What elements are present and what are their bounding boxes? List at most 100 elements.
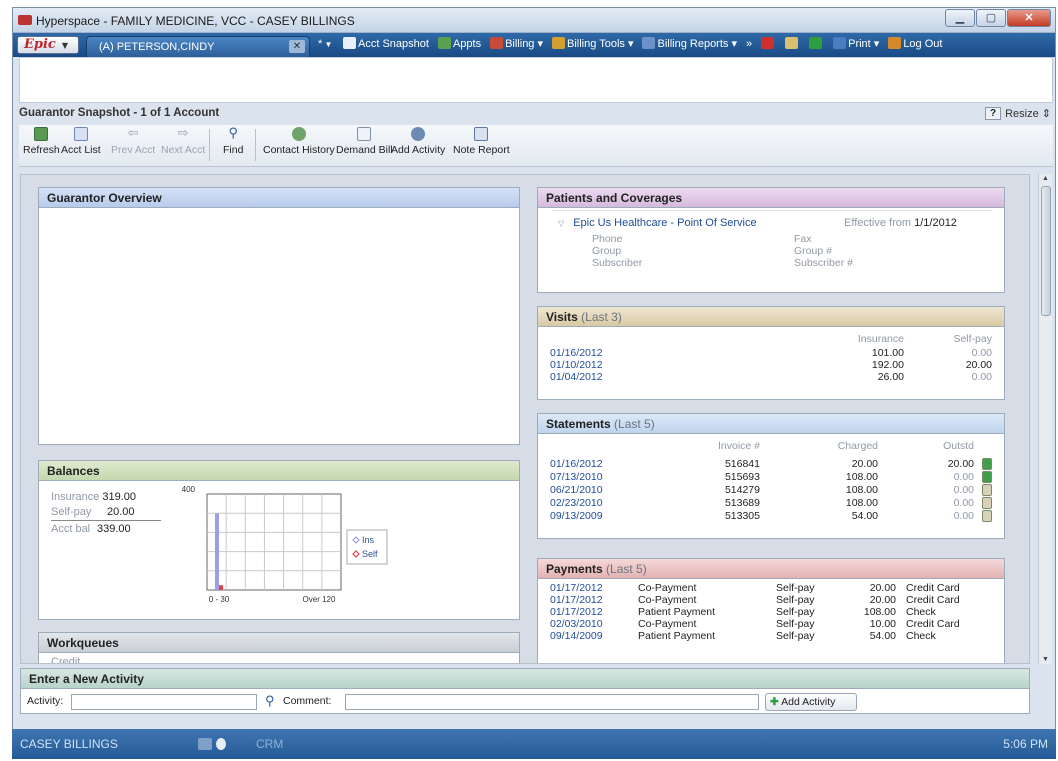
payment-date-link[interactable]: 01/17/2012: [550, 606, 603, 618]
new-activity-panel: Enter a New Activity Activity: ⚲ Comment…: [20, 668, 1030, 714]
statement-date-link[interactable]: 09/13/2009: [550, 510, 603, 522]
resize-button[interactable]: Resize ⇕: [1005, 107, 1051, 120]
statement-document-icon[interactable]: [982, 471, 992, 483]
comment-input[interactable]: [345, 694, 759, 710]
toolbar-item[interactable]: Billing Tools ▾: [552, 37, 633, 50]
printer-icon: [833, 37, 847, 49]
statement-date-link[interactable]: 01/16/2012: [550, 458, 603, 470]
coverage-row[interactable]: ▽ Epic Us Healthcare - Point Of Service: [558, 217, 757, 229]
subscriber-number-label: Subscriber #: [794, 257, 853, 269]
acct-list-button[interactable]: Acct List: [61, 127, 101, 156]
statement-outstanding: 0.00: [953, 510, 974, 522]
statement-row[interactable]: 01/16/2012 516841 20.00 20.00: [538, 458, 1004, 471]
status-tool-icon[interactable]: [198, 738, 212, 750]
activity-search-icon[interactable]: ⚲: [265, 693, 275, 709]
toolbar-item[interactable]: Appts: [437, 37, 481, 50]
payment-type: Patient Payment: [638, 630, 716, 642]
toolbar-item[interactable]: Log Out: [888, 37, 942, 50]
title-bar: Hyperspace - FAMILY MEDICINE, VCC - CASE…: [13, 8, 1055, 33]
demand-bill-label: Demand Bill: [336, 144, 393, 156]
visit-date-link[interactable]: 01/10/2012: [550, 359, 603, 371]
payments-panel: Payments (Last 5) 01/17/2012 Co-Payment Se…: [537, 558, 1005, 663]
payment-date-link[interactable]: 02/03/2010: [550, 618, 603, 630]
statement-document-icon[interactable]: [982, 510, 992, 522]
contact-history-button[interactable]: Contact History: [263, 127, 335, 156]
toolbar-item[interactable]: Acct Snapshot: [343, 37, 429, 50]
activity-header: Guarantor Snapshot - 1 of 1 Account ? Re…: [19, 107, 1053, 121]
statement-date-link[interactable]: 07/13/2010: [550, 471, 603, 483]
toolbar-item[interactable]: Billing ▾: [490, 37, 543, 50]
payment-date-link[interactable]: 01/17/2012: [550, 594, 603, 606]
toolbar-item[interactable]: Billing Reports ▾: [642, 37, 737, 50]
status-lock-icon[interactable]: [216, 738, 226, 750]
epic-menu-button[interactable]: Epic ▼: [17, 36, 79, 54]
payments-subtitle: (Last 5): [606, 562, 647, 576]
patients-coverages-panel: Patients and Coverages ▽ Epic Us Healthc…: [537, 187, 1005, 293]
workqueue-item[interactable]: Credit: [51, 656, 80, 663]
toolbar-item[interactable]: [761, 37, 776, 50]
minimize-button[interactable]: ▁: [945, 9, 975, 27]
demand-bill-button[interactable]: Demand Bill: [336, 127, 393, 156]
coverage-plan-link[interactable]: Epic Us Healthcare - Point Of Service: [573, 217, 756, 229]
add-activity-submit-button[interactable]: ✚ Add Activity: [765, 693, 857, 711]
toolbar-item-label: Print: [848, 38, 871, 50]
payment-source: Self-pay: [776, 630, 815, 642]
patients-coverages-header: Patients and Coverages: [538, 188, 1004, 208]
statement-invoice: 513689: [724, 497, 760, 509]
toolbar-item[interactable]: Print ▾: [833, 37, 879, 50]
selfpay-value: 20.00: [107, 506, 135, 518]
patient-tab[interactable]: (A) PETERSON,CINDY ✕: [86, 36, 310, 57]
payment-source: Self-pay: [776, 594, 815, 606]
statement-date-link[interactable]: 06/21/2010: [550, 484, 603, 496]
close-tab-icon[interactable]: ✕: [289, 40, 305, 53]
statement-outstanding: 0.00: [953, 484, 974, 496]
refresh-button[interactable]: Refresh: [23, 127, 60, 156]
payment-method: Check: [906, 606, 936, 618]
balances-header: Balances: [39, 461, 519, 481]
toolbar-item-label: Billing: [505, 38, 535, 50]
statements-col-charged: Charged: [837, 440, 878, 452]
visit-row[interactable]: 01/04/2012 26.00 0.00: [538, 371, 1004, 384]
statement-row[interactable]: 02/23/2010 513689 108.00 0.00: [538, 497, 1004, 510]
status-crm[interactable]: CRM: [256, 737, 283, 751]
prev-acct-button[interactable]: ⇦ Prev Acct: [111, 126, 155, 156]
toolbar-item[interactable]: »: [746, 38, 752, 50]
close-button[interactable]: ✕: [1007, 9, 1051, 27]
maximize-button[interactable]: ▢: [976, 9, 1006, 27]
visit-date-link[interactable]: 01/16/2012: [550, 347, 603, 359]
statement-document-icon[interactable]: [982, 497, 992, 509]
chevron-down-icon: ▾: [534, 38, 544, 50]
visit-selfpay-amount: 0.00: [971, 371, 992, 383]
find-button[interactable]: ⚲ Find: [223, 126, 243, 156]
balances-summary: Insurance 319.00 Self-pay 20.00 Acct bal 3…: [51, 491, 161, 538]
new-tab-button[interactable]: * ▼: [318, 38, 332, 50]
statement-document-icon[interactable]: [982, 458, 992, 470]
statement-row[interactable]: 07/13/2010 515693 108.00 0.00: [538, 471, 1004, 484]
statement-document-icon[interactable]: [982, 484, 992, 496]
next-acct-button[interactable]: ⇨ Next Acct: [161, 126, 205, 156]
chart-legend-label: Ins: [362, 535, 375, 545]
scrollbar-thumb[interactable]: [1041, 186, 1051, 316]
add-activity-button[interactable]: Add Activity: [391, 127, 445, 156]
payment-date-link[interactable]: 09/14/2009: [550, 630, 603, 642]
statement-row[interactable]: 06/21/2010 514279 108.00 0.00: [538, 484, 1004, 497]
help-button[interactable]: ?: [985, 107, 1001, 120]
group-label: Group: [592, 245, 622, 257]
note-report-button[interactable]: Note Report: [453, 127, 510, 156]
toolbar-item[interactable]: [809, 37, 824, 50]
statement-invoice: 516841: [724, 458, 760, 470]
activity-input[interactable]: [71, 694, 257, 710]
scroll-up-icon[interactable]: ▲: [1042, 175, 1049, 182]
statement-date-link[interactable]: 02/23/2010: [550, 497, 603, 509]
chart-legend-label: Self: [362, 549, 378, 559]
add-activity-label: Add Activity: [391, 144, 446, 156]
contacts-icon: [291, 127, 306, 141]
scroll-down-icon[interactable]: ▼: [1042, 656, 1049, 663]
payment-date-link[interactable]: 01/17/2012: [550, 582, 603, 594]
content-scrollbar[interactable]: ▲ ▼: [1038, 174, 1052, 664]
visit-date-link[interactable]: 01/04/2012: [550, 371, 603, 383]
toolbar-item[interactable]: [785, 37, 800, 50]
insurance-value: 319.00: [102, 491, 137, 503]
statement-row[interactable]: 09/13/2009 513305 54.00 0.00: [538, 510, 1004, 523]
payment-row[interactable]: 09/14/2009 Patient Payment Self-pay 54.00 Ch…: [538, 630, 1004, 643]
